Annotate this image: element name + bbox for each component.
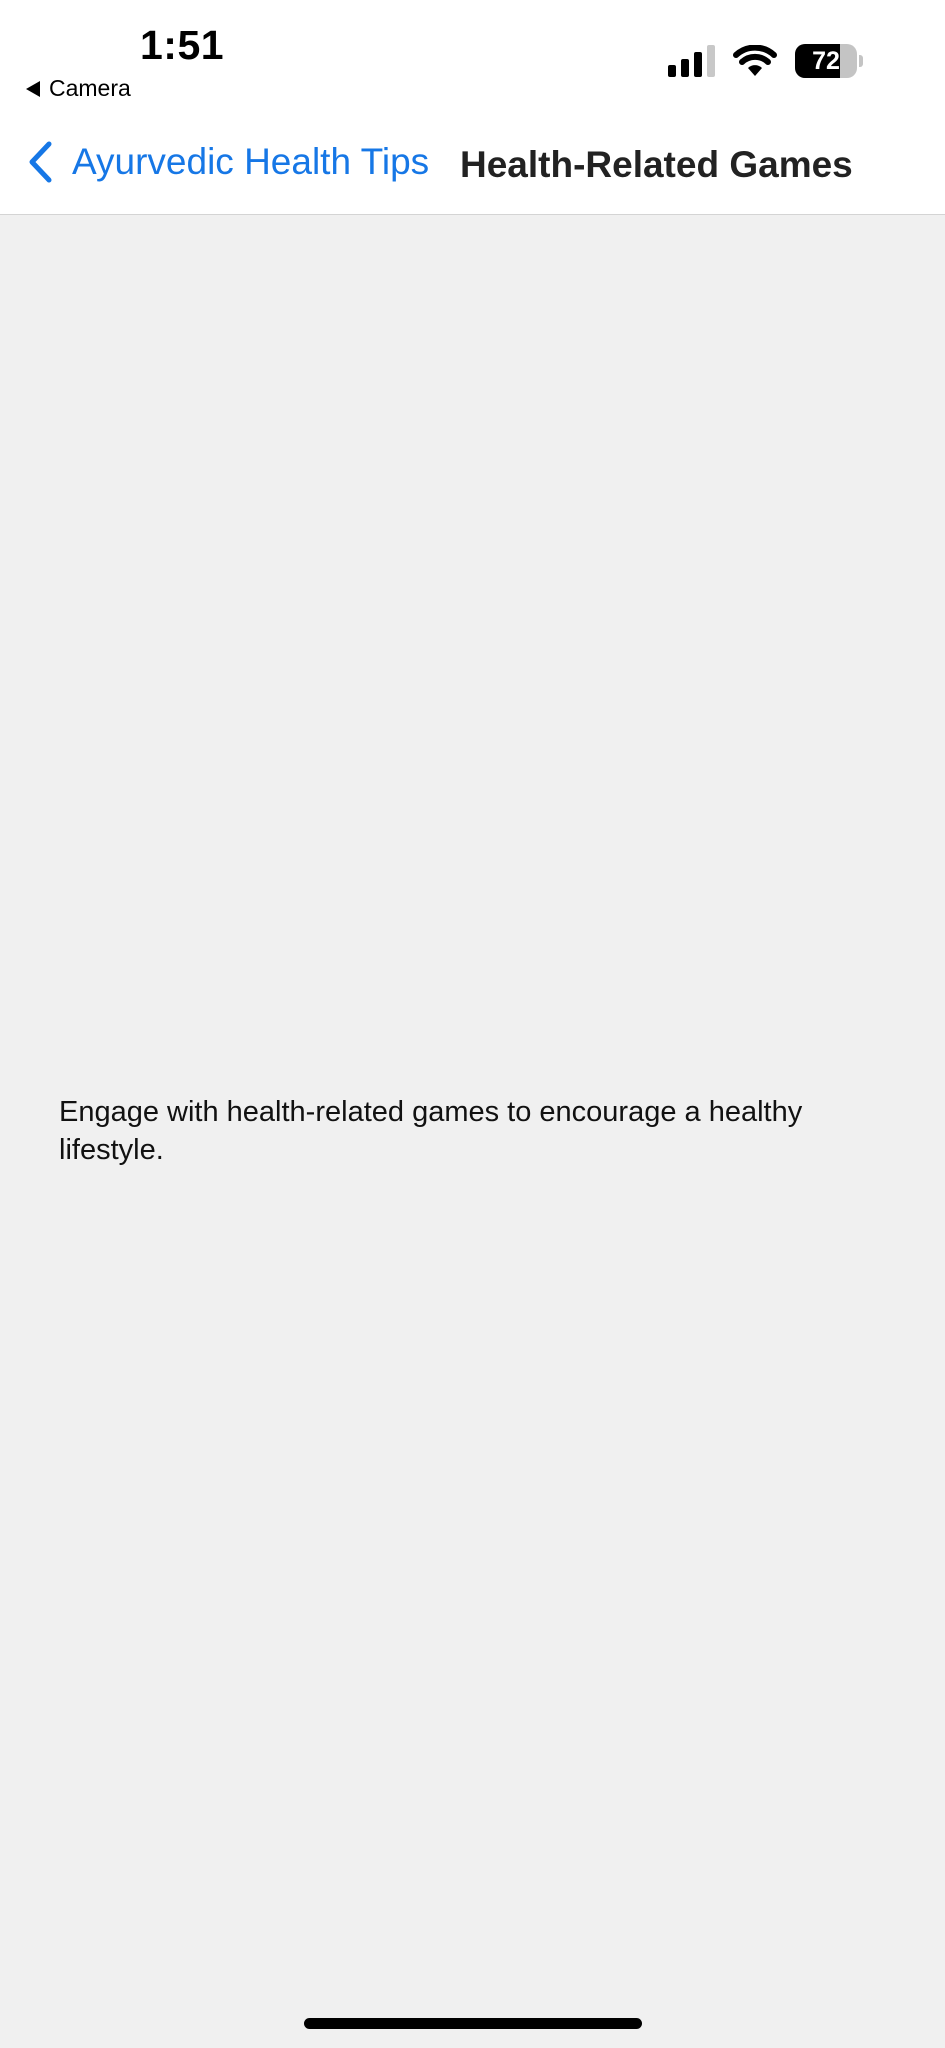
cellular-signal-icon [668, 45, 715, 77]
status-indicators: 72 [668, 44, 863, 78]
page-title: Health-Related Games [460, 144, 853, 185]
page-description: Engage with health-related games to enco… [59, 1096, 803, 1166]
status-time: 1:51 [140, 22, 225, 68]
battery-tip [859, 55, 863, 67]
navigation-header: 1:51 Camera 72 Ayurvedic Health Tips Hea… [0, 0, 945, 215]
back-to-camera-button[interactable]: Camera [26, 75, 131, 102]
battery-level: 72 [812, 46, 840, 75]
nav-back-label: Ayurvedic Health Tips [72, 141, 430, 182]
battery-icon: 72 [795, 44, 857, 78]
nav-back-button[interactable]: Ayurvedic Health Tips [26, 140, 429, 184]
back-to-camera-label: Camera [49, 75, 131, 101]
chevron-left-icon [29, 141, 52, 183]
triangle-left-icon [26, 80, 40, 97]
wifi-icon [733, 45, 777, 76]
home-indicator[interactable] [304, 2018, 642, 2029]
